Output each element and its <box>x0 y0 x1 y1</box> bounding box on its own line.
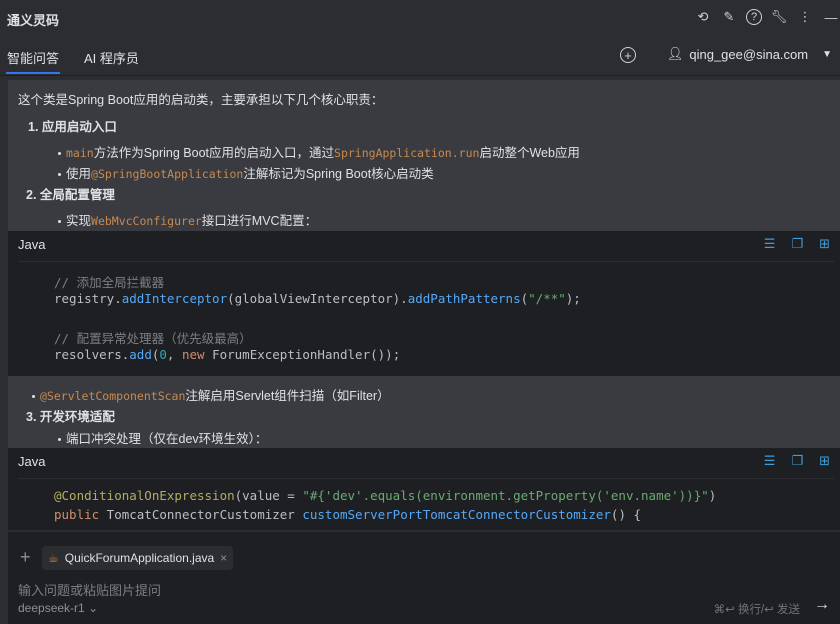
chat-input[interactable]: 输入问题或粘贴图片提问 <box>18 580 161 599</box>
new-chat-icon[interactable]: + <box>620 47 636 63</box>
tab-smart-qa[interactable]: 智能问答 <box>5 48 61 74</box>
more-icon[interactable]: ⋮ <box>796 8 814 26</box>
intro-text: 这个类是Spring Boot应用的启动类，主要承担以下几个核心职责： <box>18 93 384 107</box>
code-line: @ConditionalOnExpression(value = "#{'dev… <box>54 488 717 503</box>
code-language: Java <box>18 454 46 469</box>
chevron-down-icon: ⌄ <box>88 601 99 615</box>
chevron-down-icon: ▼ <box>822 48 832 60</box>
insert-icon[interactable]: ⊞ <box>819 453 830 469</box>
insert-diff-icon[interactable]: ☰ <box>764 236 776 252</box>
copy-icon[interactable]: ❐ <box>791 236 803 252</box>
code-language: Java <box>18 237 46 252</box>
help-icon[interactable]: ? <box>746 9 762 25</box>
history-icon[interactable]: ⟲ <box>694 8 712 26</box>
edit-icon[interactable]: ✎ <box>720 8 738 26</box>
minimize-icon[interactable]: — <box>822 8 840 26</box>
close-icon[interactable]: × <box>220 551 227 565</box>
tab-ai-programmer[interactable]: AI 程序员 <box>84 48 139 67</box>
user-menu[interactable]: 👤︎ qing_gee@sina.com ▼ <box>667 46 832 62</box>
insert-diff-icon[interactable]: ☰ <box>764 453 776 469</box>
code-comment: // 配置异常处理器（优先级最高） <box>54 331 252 346</box>
add-context-icon[interactable]: + <box>20 546 31 568</box>
insert-icon[interactable]: ⊞ <box>819 236 830 252</box>
list-item: 使用@SpringBootApplication注解标记为Spring Boot… <box>58 163 434 182</box>
code-line: public TomcatConnectorCustomizer customS… <box>54 507 642 522</box>
model-selector[interactable]: deepseek-r1 ⌄ <box>18 601 98 615</box>
tab-bar: 智能问答 AI 程序员 + 👤︎ qing_gee@sina.com ▼ <box>0 38 840 76</box>
file-context-chip[interactable]: ☕︎ QuickForumApplication.java × <box>42 546 234 570</box>
list-item: @ServletComponentScan注解启用Servlet组件扫描（如Fi… <box>32 385 390 404</box>
list-item: 端口冲突处理（仅在dev环境生效）： <box>58 428 267 447</box>
shortcut-hint: ⌘↩ 换行/↩ 发送 <box>713 604 800 616</box>
code-line: resolvers.add(0, new ForumExceptionHandl… <box>54 347 401 362</box>
section-heading: 2. 全局配置管理 <box>26 188 115 202</box>
header: 通义灵码 ⟲ ✎ ? 🔧︎ ⋮ — <box>0 0 840 38</box>
chat-input-area: + ☕︎ QuickForumApplication.java × 输入问题或粘… <box>8 532 840 624</box>
send-arrow-icon[interactable]: → <box>814 596 830 614</box>
copy-icon[interactable]: ❐ <box>791 453 803 469</box>
wrench-icon[interactable]: 🔧︎ <box>770 8 788 26</box>
code-line: registry.addInterceptor(globalViewInterc… <box>54 291 581 306</box>
code-comment: // 添加全局拦截器 <box>54 275 165 290</box>
file-name: QuickForumApplication.java <box>64 551 215 565</box>
section-heading: 1. 应用启动入口 <box>28 120 117 134</box>
app-title: 通义灵码 <box>7 12 60 28</box>
section-heading: 3. 开发环境适配 <box>26 410 115 424</box>
user-email: qing_gee@sina.com <box>689 46 809 62</box>
java-file-icon: ☕︎ <box>48 551 59 565</box>
code-block: Java ☰ ❐ ⊞ // 添加全局拦截器 registry.addIntercep… <box>8 231 840 376</box>
user-icon: 👤︎ <box>666 46 684 61</box>
list-item: 实现WebMvcConfigurer接口进行MVC配置： <box>58 210 317 229</box>
code-block: Java ☰ ❐ ⊞ @ConditionalOnExpression(value … <box>8 448 840 530</box>
list-item: main方法作为Spring Boot应用的启动入口，通过SpringAppli… <box>58 142 580 161</box>
